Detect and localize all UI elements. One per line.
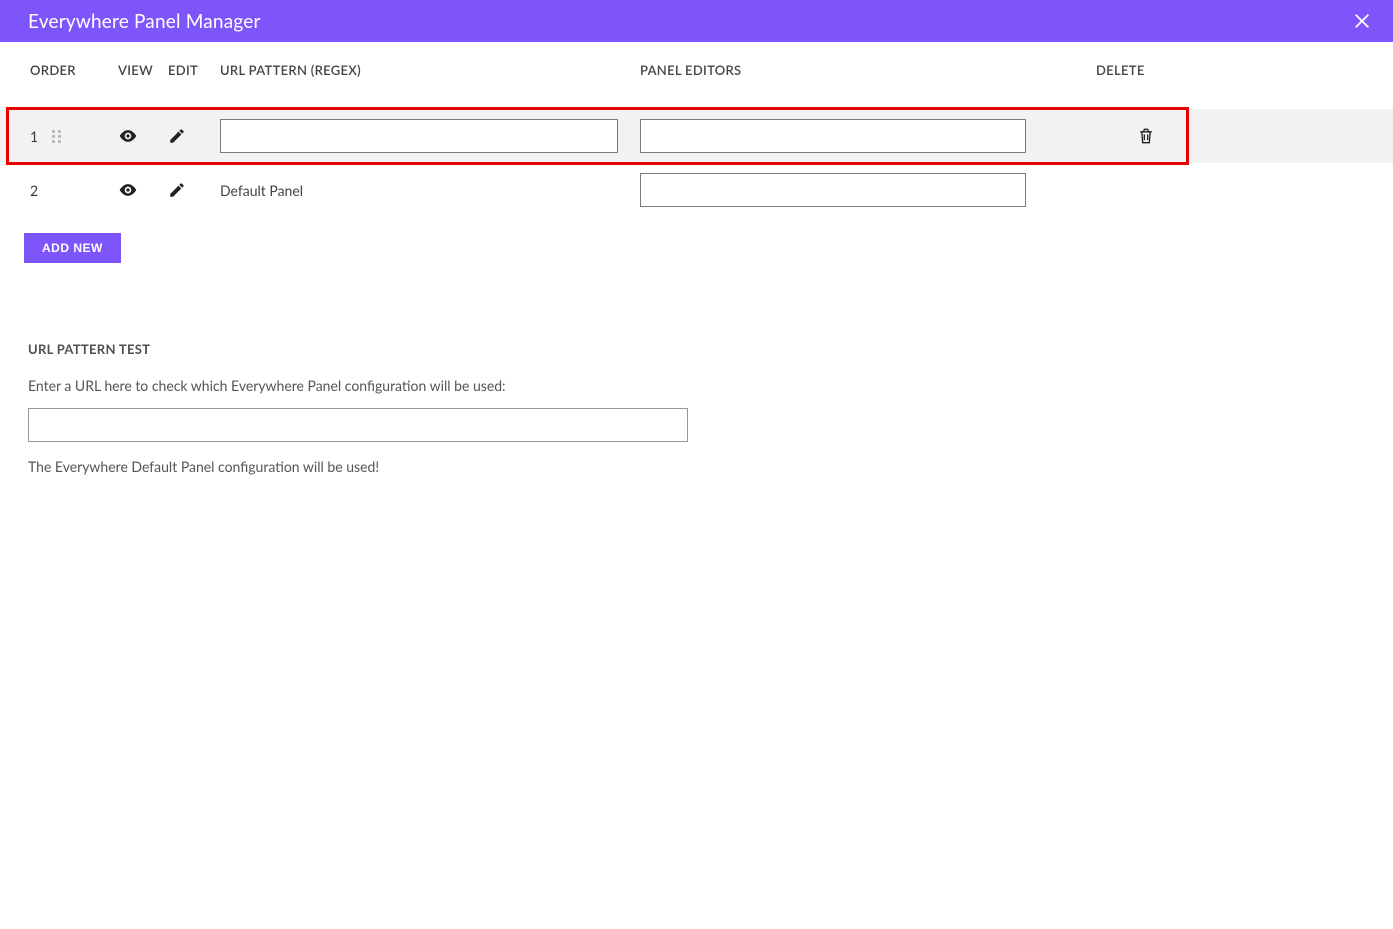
header-editors: PANEL EDITORS: [640, 62, 1096, 78]
pencil-icon: [168, 127, 186, 145]
test-url-input[interactable]: [28, 408, 688, 442]
order-cell: 1: [30, 128, 118, 145]
pencil-icon: [168, 181, 186, 199]
drag-handle-icon[interactable]: [52, 130, 62, 143]
trash-icon: [1136, 126, 1156, 146]
close-icon: [1353, 12, 1371, 30]
order-number: 1: [30, 128, 38, 145]
view-button[interactable]: [118, 126, 138, 146]
app-title: Everywhere Panel Manager: [28, 10, 261, 33]
table-row: 2 Default Panel: [0, 163, 1393, 217]
test-desc: Enter a URL here to check which Everywhe…: [28, 377, 1393, 394]
column-headers: ORDER VIEW EDIT URL PATTERN (REGEX) PANE…: [0, 42, 1393, 97]
order-cell: 2: [30, 182, 118, 199]
add-new-button[interactable]: ADD NEW: [24, 233, 121, 263]
test-title: URL PATTERN TEST: [28, 341, 1393, 357]
delete-button[interactable]: [1136, 126, 1156, 146]
url-pattern-text: Default Panel: [220, 182, 303, 199]
table-row: 1: [0, 109, 1393, 163]
order-number: 2: [30, 182, 38, 199]
panel-editors-input[interactable]: [640, 173, 1026, 207]
edit-button[interactable]: [168, 181, 186, 199]
eye-icon: [118, 180, 138, 200]
url-pattern-test-section: URL PATTERN TEST Enter a URL here to che…: [0, 263, 1393, 475]
close-button[interactable]: [1353, 12, 1371, 30]
test-result: The Everywhere Default Panel configurati…: [28, 458, 1393, 475]
header-edit: EDIT: [168, 62, 220, 78]
header-view: VIEW: [118, 62, 168, 78]
title-bar: Everywhere Panel Manager: [0, 0, 1393, 42]
panel-editors-input[interactable]: [640, 119, 1026, 153]
edit-button[interactable]: [168, 127, 186, 145]
header-delete: DELETE: [1096, 62, 1196, 78]
header-order: ORDER: [30, 62, 118, 78]
header-url: URL PATTERN (REGEX): [220, 62, 640, 78]
eye-icon: [118, 126, 138, 146]
view-button[interactable]: [118, 180, 138, 200]
url-pattern-input[interactable]: [220, 119, 618, 153]
